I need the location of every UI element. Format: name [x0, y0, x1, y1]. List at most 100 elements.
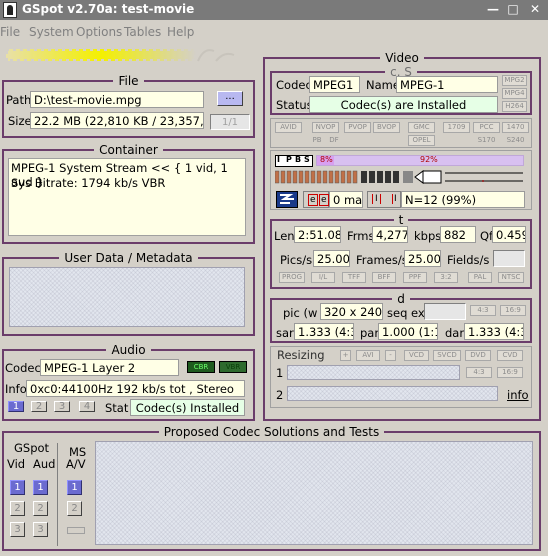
resize-43-tag: 4:3: [466, 367, 492, 378]
e-box: e e: [303, 191, 329, 208]
video-name-label: Name: [366, 78, 400, 92]
video-t-legend: t: [398, 213, 404, 227]
ms-av-2[interactable]: 2: [67, 501, 82, 516]
video-codec-field: MPEG1: [309, 76, 360, 93]
gspot-col-label: GSpot: [14, 441, 50, 455]
audio-stream-3[interactable]: 3: [54, 401, 70, 412]
info-link[interactable]: info: [507, 388, 529, 402]
menu-bar: File System Options Tables Help: [0, 20, 548, 42]
pct-right: 92%: [420, 155, 438, 164]
ar-43-tag: 4:3: [470, 305, 496, 316]
audio-codec-label: Codec: [5, 361, 41, 375]
resize-row-2-field: [287, 386, 498, 401]
ppf-tag: PPF: [403, 272, 427, 283]
menu-tables[interactable]: Tables: [124, 25, 161, 39]
len-label: Len: [274, 229, 295, 243]
kbps-field: 882: [440, 226, 476, 243]
pvop-tag: PVOP: [344, 122, 371, 133]
gspot-logo: [6, 47, 235, 63]
opel-tag: OPEL: [408, 135, 435, 146]
video-name-field: MPEG-1: [396, 76, 498, 93]
frame-ratio-bar: 8% 92%: [316, 155, 524, 166]
title-bar: GSpot v2.70a: test-movie — □ ✕: [0, 0, 548, 20]
seq-ext-field: [424, 303, 466, 320]
h264-tag: H264: [502, 101, 527, 112]
gop-icon: [276, 191, 298, 208]
container-info: MPEG-1 System Stream << { 1 vid, 1 aud }…: [8, 158, 246, 236]
menu-system[interactable]: System: [29, 25, 74, 39]
size-field: 22.2 MB (22,810 KB / 23,357,440 b: [30, 112, 204, 129]
audio-stat-label: Stat: [105, 401, 129, 415]
1709-tag: 1709: [443, 122, 470, 133]
bvop-tag: BVOP: [373, 122, 400, 133]
menu-options[interactable]: Options: [76, 25, 122, 39]
gspot-vid-1[interactable]: 1: [10, 480, 25, 495]
av-col-label: A/V: [66, 457, 86, 471]
resize-avi-tag: AVI: [356, 350, 380, 361]
resize-vcd-tag: VCD: [404, 350, 429, 361]
pct-left: 8%: [320, 155, 333, 164]
qf-field: 0.459: [492, 226, 526, 243]
gspot-aud-1[interactable]: 1: [33, 480, 48, 495]
gspot-aud-2[interactable]: 2: [33, 501, 48, 516]
resize-plus-tag: +: [340, 350, 351, 361]
metadata-area: [9, 267, 245, 327]
menu-file[interactable]: File: [0, 25, 20, 39]
column-divider: [57, 443, 58, 546]
video-status-label: Status: [276, 98, 313, 112]
browse-button[interactable]: ...: [217, 91, 243, 106]
container-legend: Container: [99, 143, 158, 157]
path-field[interactable]: D:\test-movie.mpg: [30, 91, 204, 108]
mpg4-tag: MPG4: [502, 88, 527, 99]
fields-field: [493, 250, 525, 267]
frame-s: S: [304, 155, 310, 164]
maximize-icon[interactable]: □: [504, 2, 522, 17]
s170-tag: S170: [477, 136, 496, 144]
sar-label: sar: [276, 326, 294, 340]
frame-p: P: [286, 155, 292, 164]
vbr-badge: VBR: [219, 361, 247, 373]
resize-dvd-tag: DVD: [465, 350, 491, 361]
pic-field: 320 x 240: [320, 303, 383, 320]
gspot-aud-3[interactable]: 3: [33, 522, 48, 537]
s240-tag: S240: [506, 136, 525, 144]
gspot-vid-2[interactable]: 2: [10, 501, 25, 516]
ms-av-1[interactable]: 1: [67, 480, 82, 495]
sar-field: 1.333 (4:3): [294, 323, 354, 340]
audio-stream-4[interactable]: 4: [79, 401, 95, 412]
par-label: par: [360, 326, 380, 340]
mpg2-tag: MPG2: [502, 75, 527, 86]
close-icon[interactable]: ✕: [526, 2, 544, 17]
i-label-2: I: [392, 194, 397, 204]
fields-label: Fields/s: [447, 253, 490, 267]
gmc-tag: GMC: [408, 122, 435, 133]
window-title: GSpot v2.70a: test-movie: [22, 2, 195, 16]
proposed-solutions-area: [95, 441, 533, 545]
minimize-icon[interactable]: —: [484, 2, 502, 17]
frames-label: Frames/s: [356, 253, 408, 267]
resize-169-tag: 16:9: [497, 367, 523, 378]
proposed-legend: Proposed Codec Solutions and Tests: [163, 425, 380, 439]
i-box: I I: [367, 191, 401, 208]
path-label: Path: [6, 93, 32, 107]
gspot-vid-3[interactable]: 3: [10, 522, 25, 537]
gop-pattern-graph: [275, 170, 523, 184]
resizing-label: Resizing: [277, 348, 325, 362]
audio-info-label: Info: [5, 382, 27, 396]
ntsc-tag: NTSC: [498, 272, 524, 283]
audio-stream-1[interactable]: 1: [8, 401, 24, 412]
video-legend: Video: [385, 51, 419, 65]
resize-row-1-field: [287, 365, 460, 380]
par-field: 1.000 (1:1): [378, 323, 438, 340]
userdata-legend: User Data / Metadata: [64, 251, 193, 265]
container-line-2: Sys Bitrate: 1794 kb/s VBR: [11, 176, 166, 190]
kbps-label: kbps: [414, 229, 442, 243]
video-codec-label: Codec: [276, 78, 312, 92]
pb-tag: PB: [312, 136, 322, 144]
frame-b: B: [295, 155, 302, 164]
dar-label: dar: [445, 326, 465, 340]
e-label-1: e: [308, 194, 318, 206]
menu-help[interactable]: Help: [167, 25, 194, 39]
il-tag: I/L: [311, 272, 335, 283]
audio-stream-2[interactable]: 2: [31, 401, 47, 412]
